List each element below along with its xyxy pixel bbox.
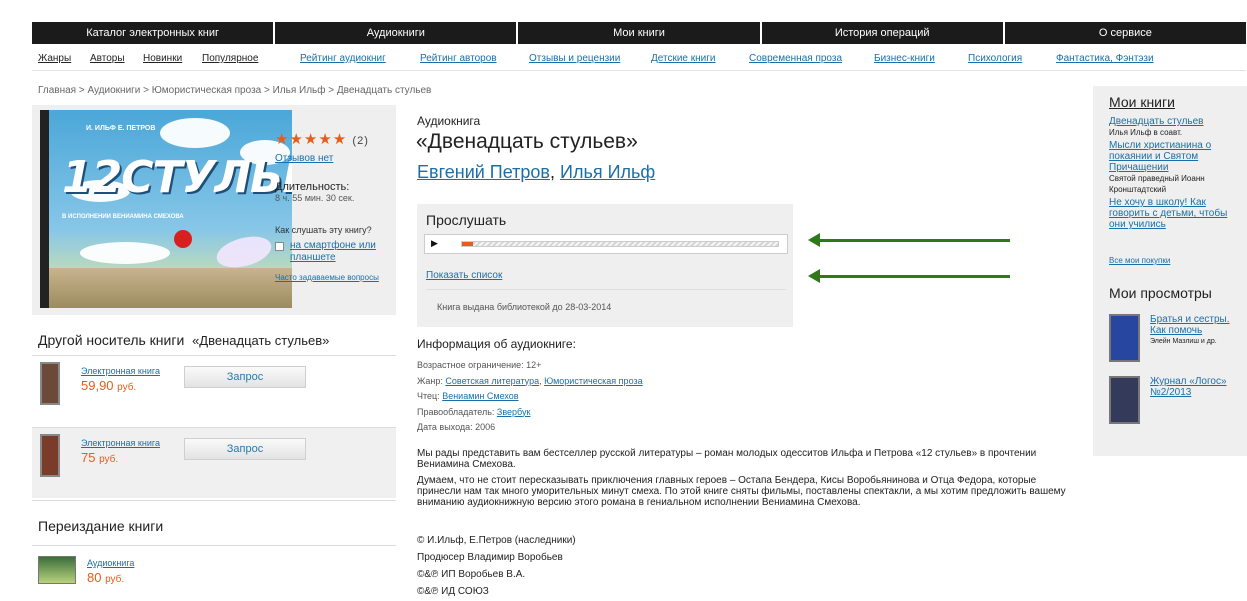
sidebar: Мои книги Двенадцать стульев Илья Ильф в… bbox=[1093, 86, 1247, 456]
audio-player: Прослушать ▶ Показать список Книга выдан… bbox=[417, 204, 793, 327]
cover-title: 12СТУЛЬЕВ bbox=[62, 152, 292, 203]
my-book-link[interactable]: Мысли христианина о покаянии и Святом Пр… bbox=[1109, 140, 1243, 173]
tab-audiobooks[interactable]: Аудиокниги bbox=[275, 22, 517, 44]
book-info: Возрастное ограничение: 12+ Жанр: Советс… bbox=[417, 358, 643, 436]
rating-stars[interactable]: ★★★★★ (2) bbox=[275, 130, 395, 148]
offer-kind[interactable]: Электронная книга bbox=[81, 438, 160, 448]
my-book-link[interactable]: Не хочу в школу! Как говорить с детьми, … bbox=[1109, 197, 1243, 230]
play-icon[interactable]: ▶ bbox=[431, 238, 438, 249]
subnav-author-rating[interactable]: Рейтинг авторов bbox=[420, 53, 497, 64]
stamp-icon bbox=[213, 231, 275, 273]
subnav-psychology[interactable]: Психология bbox=[968, 53, 1022, 64]
my-books-list: Двенадцать стульев Илья Ильф в соавт. Мы… bbox=[1109, 116, 1243, 230]
subnav-modern-prose[interactable]: Современная проза bbox=[749, 53, 842, 64]
audiobook-thumb[interactable] bbox=[38, 556, 76, 584]
reader-link[interactable]: Вениамин Смехов bbox=[442, 391, 518, 401]
smartphone-link[interactable]: на смартфоне или планшете bbox=[290, 240, 395, 264]
subnav-audio-rating[interactable]: Рейтинг аудиокниг bbox=[300, 53, 386, 64]
author-link[interactable]: Евгений Петров bbox=[417, 162, 550, 182]
ebook-thumb[interactable] bbox=[40, 434, 60, 477]
disc-icon bbox=[174, 230, 192, 248]
show-list-link[interactable]: Показать список bbox=[426, 270, 502, 281]
faq-link[interactable]: Часто задаваемые вопросы bbox=[275, 273, 395, 283]
arrow-icon bbox=[808, 269, 1010, 283]
progress-fill bbox=[462, 242, 474, 246]
top-nav: Каталог электронных книг Аудиокниги Мои … bbox=[32, 22, 1247, 44]
page-title: «Двенадцать стульев» bbox=[416, 130, 638, 153]
book-kind: Аудиокнига bbox=[417, 114, 481, 128]
tab-catalog[interactable]: Каталог электронных книг bbox=[32, 22, 274, 44]
duration-label: Длительность: bbox=[275, 181, 350, 193]
issued-note: Книга выдана библиотекой до 28-03-2014 bbox=[437, 302, 612, 312]
breadcrumb[interactable]: Главная > Аудиокниги > Юмористическая пр… bbox=[38, 85, 431, 96]
owner-link[interactable]: Звербук bbox=[497, 407, 531, 417]
book-card: И. ИЛЬФ Е. ПЕТРОВ 12СТУЛЬЕВ В ИСПОЛНЕНИИ… bbox=[32, 105, 396, 315]
subnav-business[interactable]: Бизнес-книги bbox=[874, 53, 935, 64]
subnav-fantasy[interactable]: Фантастика, Фэнтэзи bbox=[1056, 53, 1154, 64]
all-purchases-link[interactable]: Все мои покупки bbox=[1109, 256, 1170, 265]
release-date: Дата выхода: 2006 bbox=[417, 422, 496, 432]
view-thumb[interactable] bbox=[1109, 314, 1140, 362]
divider bbox=[32, 70, 1246, 71]
view-author: Элейн Мазлиш и др. bbox=[1150, 338, 1217, 345]
subnav-authors[interactable]: Авторы bbox=[90, 53, 125, 64]
view-link[interactable]: Журнал «Логос» №2/2013 bbox=[1150, 376, 1246, 398]
subnav-popular[interactable]: Популярное bbox=[202, 53, 258, 64]
views-heading: Мои просмотры bbox=[1109, 285, 1212, 301]
request-button[interactable]: Запрос bbox=[184, 366, 306, 388]
progress-track[interactable] bbox=[461, 241, 779, 247]
view-link[interactable]: Братья и сестры. Как помочь bbox=[1150, 314, 1246, 336]
description: Мы рады представить вам бестселлер русск… bbox=[417, 448, 1066, 508]
tab-about[interactable]: О сервисе bbox=[1004, 22, 1247, 44]
my-book-author: Илья Ильф в соавт. bbox=[1109, 128, 1183, 137]
subnav-genres[interactable]: Жанры bbox=[38, 53, 71, 64]
view-thumb[interactable] bbox=[1109, 376, 1140, 424]
tab-history[interactable]: История операций bbox=[761, 22, 1003, 44]
credits: © И.Ильф, Е.Петров (наследники) Продюсер… bbox=[417, 535, 576, 597]
authors: Евгений Петров, Илья Ильф bbox=[417, 162, 656, 182]
book-meta: ★★★★★ (2) Отзывов нет Длительность: 8 ч.… bbox=[275, 130, 395, 283]
tab-my-books[interactable]: Мои книги bbox=[518, 22, 760, 44]
republish-price: 80 руб. bbox=[87, 570, 125, 585]
subnav-reviews[interactable]: Отзывы и рецензии bbox=[529, 53, 620, 64]
player-bar: ▶ bbox=[424, 234, 788, 254]
cover-subtitle: В ИСПОЛНЕНИИ ВЕНИАМИНА СМЕХОВА bbox=[62, 214, 184, 220]
republish-kind[interactable]: Аудиокнига bbox=[87, 558, 134, 568]
request-button[interactable]: Запрос bbox=[184, 438, 306, 460]
my-book-author: Святой праведный Иоанн Кронштадтский bbox=[1109, 174, 1205, 194]
ebook-thumb[interactable] bbox=[40, 362, 60, 405]
arrow-icon bbox=[808, 233, 1010, 247]
my-books-heading[interactable]: Мои книги bbox=[1109, 94, 1175, 110]
offer-ebook-2: Электронная книга 75 руб. Запрос bbox=[32, 428, 396, 498]
cover-authors: И. ИЛЬФ Е. ПЕТРОВ bbox=[86, 125, 156, 132]
how-to-listen: Как слушать эту книгу? bbox=[275, 225, 372, 235]
city-image bbox=[49, 268, 292, 308]
offer-ebook-1: Электронная книга 59,90 руб. Запрос bbox=[32, 356, 396, 426]
genre-link[interactable]: Юмористическая проза bbox=[544, 376, 643, 386]
my-book-link[interactable]: Двенадцать стульев bbox=[1109, 116, 1243, 127]
offer-kind[interactable]: Электронная книга bbox=[81, 366, 160, 376]
other-media-heading: Другой носитель книги «Двенадцать стулье… bbox=[38, 332, 330, 348]
book-cover[interactable]: И. ИЛЬФ Е. ПЕТРОВ 12СТУЛЬЕВ В ИСПОЛНЕНИИ… bbox=[40, 110, 292, 308]
info-heading: Информация об аудиокниге: bbox=[417, 337, 576, 351]
age-limit: Возрастное ограничение: 12+ bbox=[417, 360, 542, 370]
author-link[interactable]: Илья Ильф bbox=[560, 162, 655, 182]
republish-heading: Переиздание книги bbox=[38, 518, 164, 534]
subnav-new[interactable]: Новинки bbox=[143, 53, 182, 64]
smartphone-checkbox[interactable] bbox=[275, 242, 284, 251]
offer-price: 75 руб. bbox=[81, 450, 119, 465]
reviews-link[interactable]: Отзывов нет bbox=[275, 153, 333, 164]
subnav-kids[interactable]: Детские книги bbox=[651, 53, 716, 64]
duration-value: 8 ч. 55 мин. 30 сек. bbox=[275, 193, 355, 203]
player-heading: Прослушать bbox=[426, 212, 507, 228]
offer-price: 59,90 руб. bbox=[81, 378, 137, 393]
genre-link[interactable]: Советская литература bbox=[445, 376, 539, 386]
